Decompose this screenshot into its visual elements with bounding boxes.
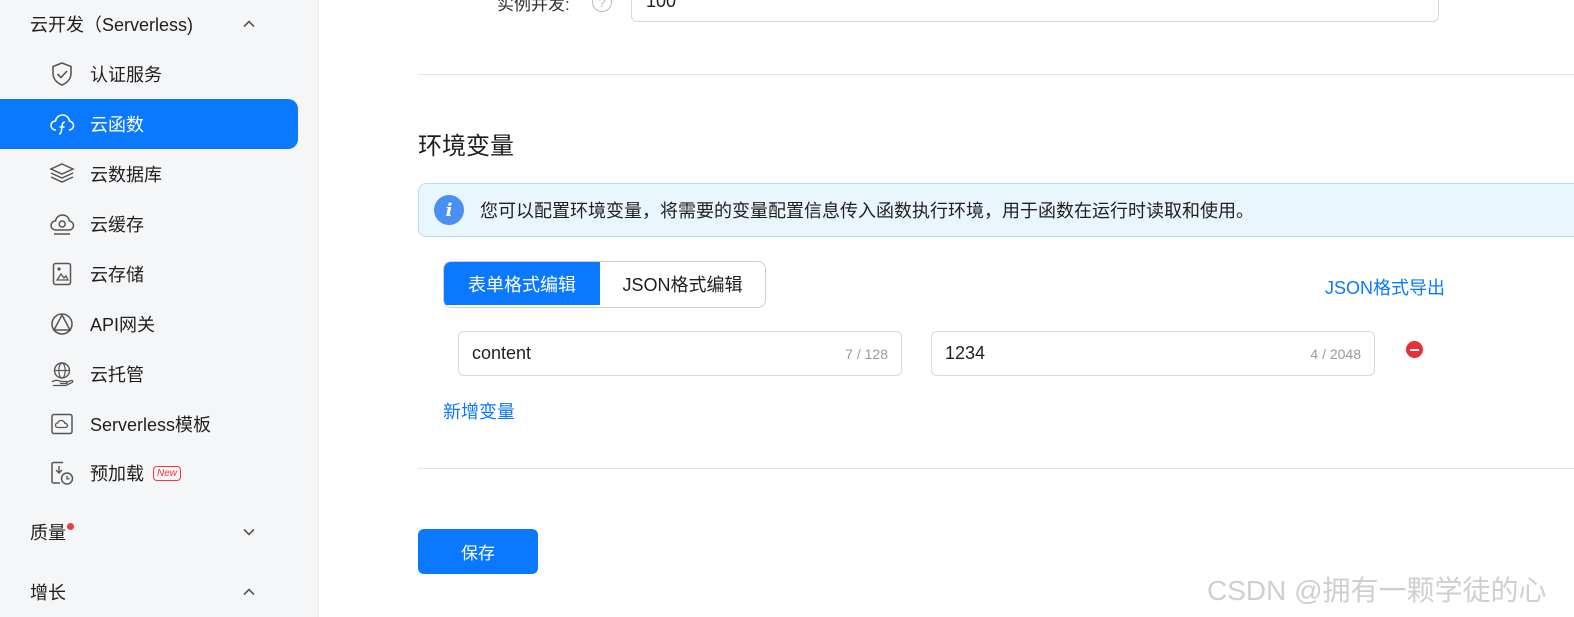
sidebar-item-label: 认证服务 [90,65,162,85]
sidebar-item-api-gateway[interactable]: API网关 [0,299,298,349]
char-counter: 4 / 2048 [1310,345,1361,362]
sidebar-item-serverless-template[interactable]: Serverless模板 [0,399,298,449]
sidebar-item-label: 云托管 [90,365,144,385]
env-value-value: 1234 [945,343,986,363]
sidebar-item-label: 云缓存 [90,215,144,235]
storage-file-icon [49,261,75,287]
group-quality-label: 质量 [30,519,74,545]
sidebar-item-cloud-function[interactable]: 云函数 [0,99,298,149]
sidebar-item-label: 云数据库 [90,165,162,185]
section-title: 环境变量 [418,133,514,160]
tab-form-edit[interactable]: 表单格式编辑 [444,262,600,305]
cloud-cache-icon [49,211,75,237]
sidebar-item-hosting[interactable]: 云托管 [0,349,298,399]
group-serverless-label: 云开发（Serverless) [30,15,194,35]
group-growth[interactable]: 增长 [0,572,300,612]
help-icon[interactable]: ? [592,0,612,12]
preload-clock-icon [49,460,75,486]
env-key-value: content [472,343,532,363]
globe-hand-icon [49,361,75,387]
sidebar-item-label: Serverless模板 [90,415,212,435]
sidebar-item-label: 预加载 [90,464,144,484]
new-badge: New [153,465,182,481]
chevron-up-icon [243,20,255,28]
chevron-down-icon [243,528,255,536]
info-text: 您可以配置环境变量，将需要的变量配置信息传入函数执行环境，用于函数在运行时读取和… [480,201,1254,221]
env-key-input[interactable]: content 7 / 128 [458,331,902,376]
edit-mode-tabs: 表单格式编辑 JSON格式编辑 [443,261,766,308]
concurrency-input[interactable]: 100 [631,0,1439,22]
info-alert: i 您可以配置环境变量，将需要的变量配置信息传入函数执行环境，用于函数在运行时读… [418,183,1574,237]
sidebar-item-auth[interactable]: 认证服务 [0,49,298,99]
chevron-up-icon [243,588,255,596]
shield-check-icon [49,61,75,87]
group-growth-label: 增长 [30,583,66,603]
tab-json-edit[interactable]: JSON格式编辑 [600,262,765,305]
group-quality[interactable]: 质量 [0,512,300,552]
info-icon: i [434,195,464,225]
add-variable-link[interactable]: 新增变量 [443,398,515,424]
group-serverless[interactable]: 云开发（Serverless) [0,4,300,44]
divider [418,468,1574,469]
database-layers-icon [49,161,75,187]
sidebar-item-database[interactable]: 云数据库 [0,149,298,199]
notification-dot [67,523,74,530]
group-quality-text: 质量 [30,523,66,543]
sidebar-item-cache[interactable]: 云缓存 [0,199,298,249]
json-export-link[interactable]: JSON格式导出 [1325,274,1445,300]
remove-variable-icon[interactable] [1406,341,1423,358]
save-button[interactable]: 保存 [418,529,538,574]
sidebar-item-label: API网关 [90,315,156,335]
sidebar-item-label: 云函数 [90,115,144,135]
sidebar-item-preload[interactable]: 预加载 New [0,448,298,498]
divider [418,74,1574,75]
sidebar-item-label: 云存储 [90,265,144,285]
watermark: CSDN @拥有一颗学徒的心 [1207,575,1547,606]
sidebar-item-storage[interactable]: 云存储 [0,249,298,299]
char-counter: 7 / 128 [845,345,888,362]
concurrency-label: 实例并发: [497,0,570,14]
template-window-icon [49,411,75,437]
cloud-function-icon [49,111,75,137]
sidebar: 云开发（Serverless) 认证服务 云函数 云数据库 云缓存 云存储 AP… [0,0,319,617]
env-value-input[interactable]: 1234 4 / 2048 [931,331,1375,376]
api-gateway-icon [49,311,75,337]
